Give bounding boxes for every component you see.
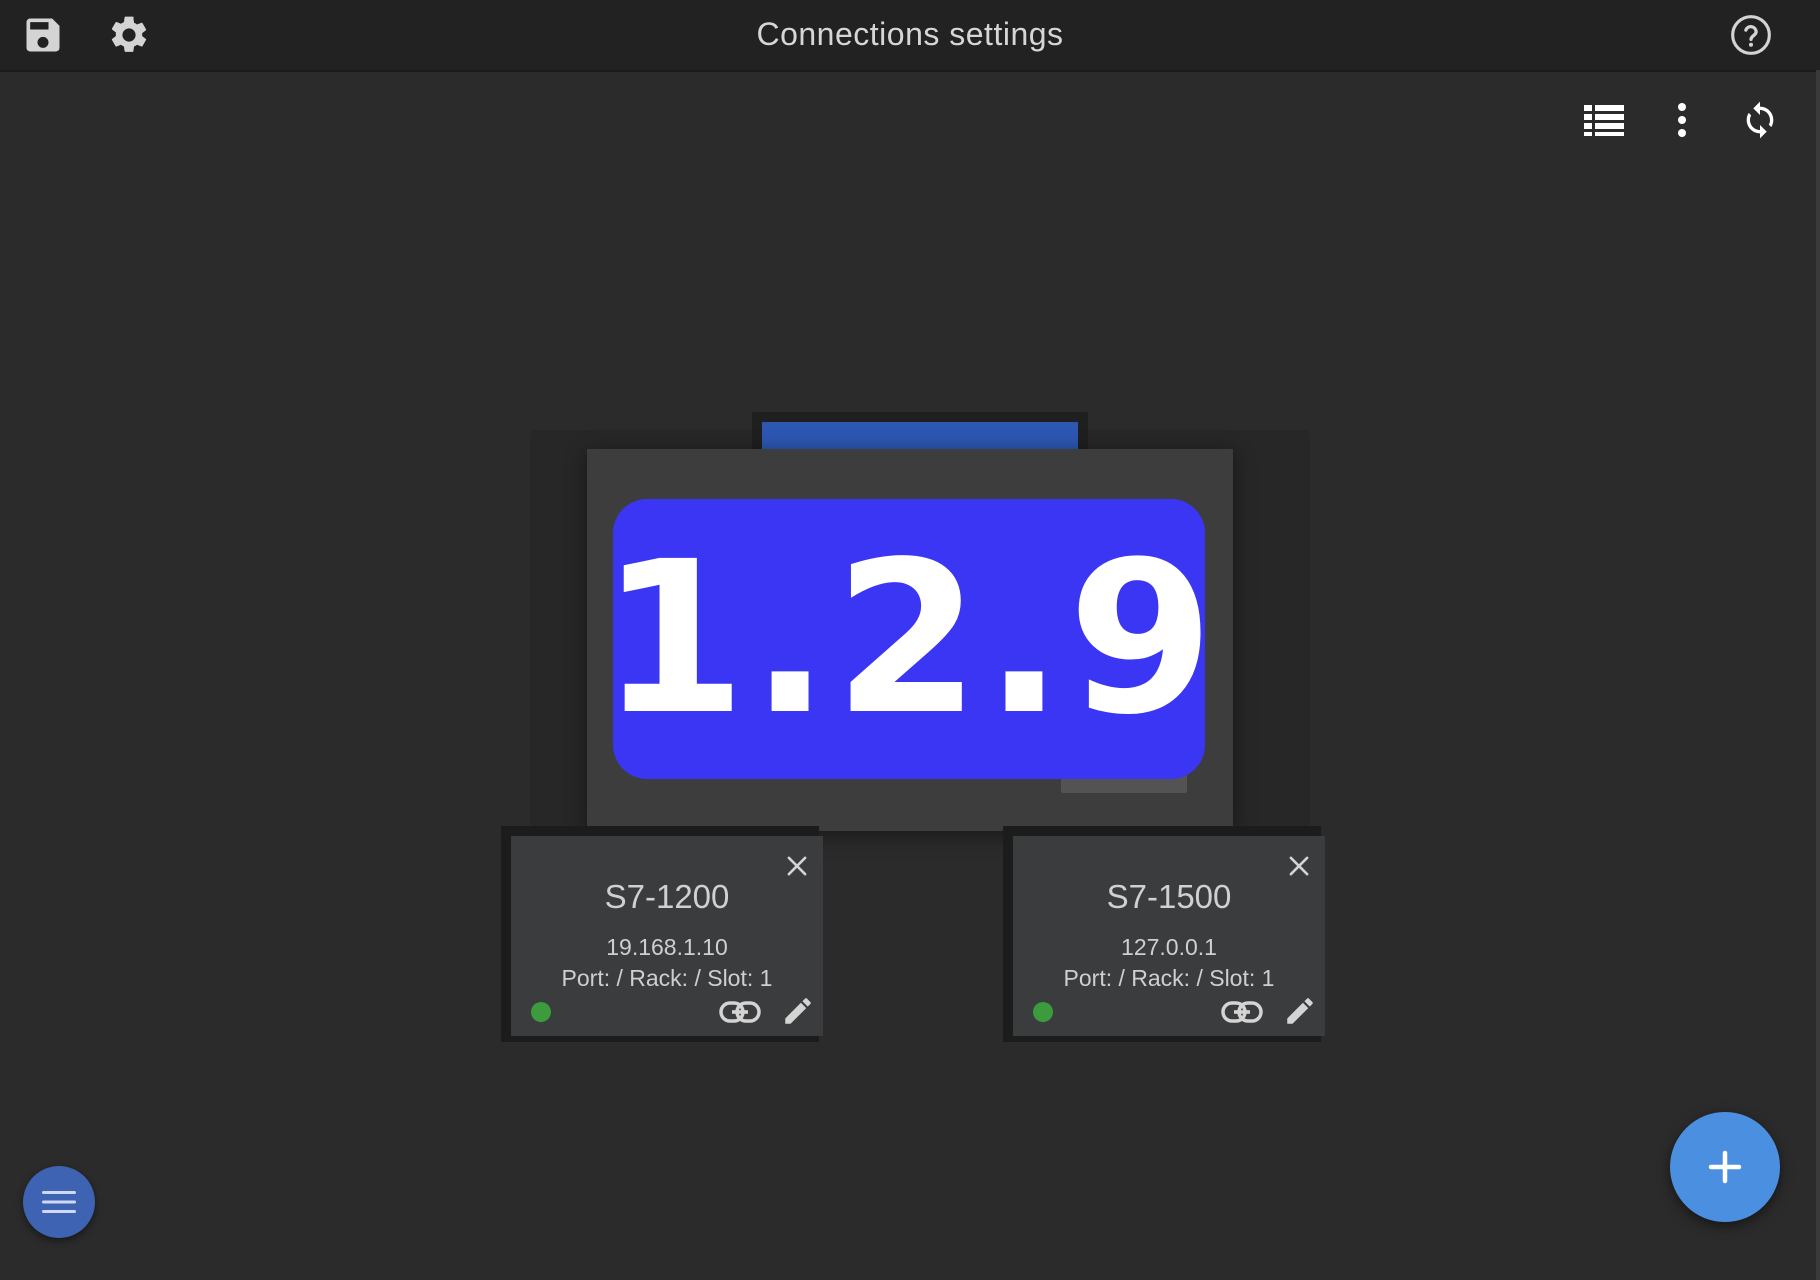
connection-card[interactable]: S7-1200 19.168.1.10 Port: / Rack: / Slot… xyxy=(501,826,823,1042)
connection-card-body: S7-1500 127.0.0.1 Port: / Rack: / Slot: … xyxy=(1013,836,1325,1036)
status-indicator xyxy=(1033,1002,1053,1022)
connection-details: Port: / Rack: / Slot: 1 xyxy=(1063,965,1275,991)
edit-connection-button[interactable] xyxy=(781,994,815,1028)
connection-details: Port: / Rack: / Slot: 1 xyxy=(561,965,773,991)
more-options-button[interactable] xyxy=(1662,98,1702,142)
connection-card-body: S7-1200 19.168.1.10 Port: / Rack: / Slot… xyxy=(511,836,823,1036)
edit-connection-button[interactable] xyxy=(1283,994,1317,1028)
top-app-bar: Connections settings xyxy=(0,0,1820,72)
version-number: 1.2.9 xyxy=(600,516,1218,761)
canvas-right-edge xyxy=(1816,70,1820,1280)
link-button[interactable] xyxy=(1220,994,1264,1030)
connection-ip: 19.168.1.10 xyxy=(606,934,728,960)
refresh-icon xyxy=(1746,101,1774,139)
link-icon xyxy=(719,1001,761,1023)
connection-ip: 127.0.0.1 xyxy=(1121,934,1217,960)
remove-connection-button[interactable] xyxy=(783,852,811,880)
version-badge: 1.2.9 xyxy=(600,499,1214,779)
help-icon xyxy=(1731,15,1771,55)
status-indicator xyxy=(531,1002,551,1022)
refresh-button[interactable] xyxy=(1736,96,1784,144)
list-view-icon xyxy=(1584,105,1624,136)
root-node-panel[interactable]: 1.2.9 xyxy=(587,449,1233,831)
link-button[interactable] xyxy=(718,994,762,1030)
remove-connection-button[interactable] xyxy=(1285,852,1313,880)
connection-name: S7-1200 xyxy=(604,878,730,915)
add-connection-button[interactable] xyxy=(1670,1112,1780,1222)
link-icon xyxy=(1221,1001,1263,1023)
connection-name: S7-1500 xyxy=(1106,878,1232,915)
page-title: Connections settings xyxy=(756,16,1064,52)
app-window: Connections settings 1.2.9 S7-1200 19.16… xyxy=(0,0,1820,1280)
pencil-icon xyxy=(785,998,811,1024)
list-view-button[interactable] xyxy=(1580,98,1628,142)
close-icon xyxy=(1289,856,1309,876)
main-menu-button[interactable] xyxy=(23,1166,95,1238)
connection-card[interactable]: S7-1500 127.0.0.1 Port: / Rack: / Slot: … xyxy=(1003,826,1325,1042)
pencil-icon xyxy=(1287,998,1313,1024)
help-button[interactable] xyxy=(1726,10,1776,60)
menu-icon xyxy=(42,1191,76,1213)
close-icon xyxy=(787,856,807,876)
plus-icon xyxy=(1708,1150,1742,1184)
more-vert-icon xyxy=(1678,103,1686,137)
